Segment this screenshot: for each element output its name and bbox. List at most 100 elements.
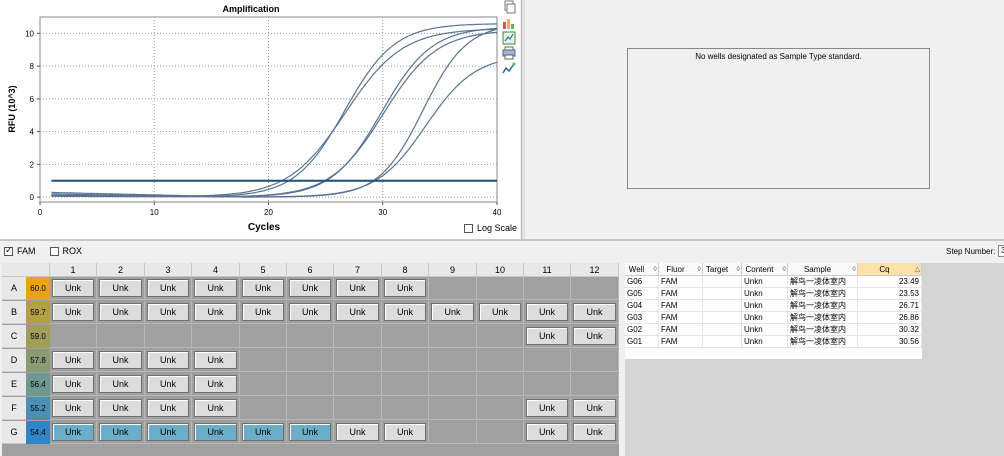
fluor-fam-checkbox[interactable]: [4, 245, 13, 256]
plate-column-header[interactable]: 10: [477, 263, 524, 277]
results-column-header[interactable]: Sample ◊: [788, 263, 858, 276]
plate-well[interactable]: [97, 325, 145, 348]
plate-well[interactable]: Unk: [50, 277, 97, 300]
plate-well[interactable]: Unk: [50, 421, 97, 444]
plate-column-header[interactable]: 6: [287, 263, 334, 277]
plate-row-header[interactable]: C: [2, 325, 26, 348]
plate-well[interactable]: [240, 325, 287, 348]
plate-well[interactable]: Unk: [240, 301, 287, 324]
plate-well[interactable]: [240, 373, 287, 396]
plate-well-content[interactable]: Unk: [242, 303, 284, 321]
plate-well[interactable]: Unk: [287, 301, 334, 324]
plate-well[interactable]: Unk: [382, 421, 429, 444]
plate-well[interactable]: Unk: [192, 301, 240, 324]
step-number-field[interactable]: 3: [998, 245, 1004, 257]
plate-well-content[interactable]: Unk: [194, 399, 237, 417]
plate-well-content[interactable]: Unk: [526, 327, 568, 345]
results-cell-cq[interactable]: 26.71: [858, 300, 922, 312]
plate-well-content[interactable]: Unk: [99, 375, 142, 393]
results-cell-fluor[interactable]: FAM: [659, 288, 703, 300]
plate-well[interactable]: [429, 277, 477, 300]
plate-well[interactable]: Unk: [97, 397, 145, 420]
plate-well[interactable]: [334, 349, 382, 372]
plate-well-content[interactable]: Unk: [289, 303, 331, 321]
results-cell-fluor[interactable]: FAM: [659, 312, 703, 324]
plate-well[interactable]: [50, 325, 97, 348]
results-cell-well[interactable]: G05: [625, 288, 659, 300]
plate-well[interactable]: [429, 421, 477, 444]
plate-row-header[interactable]: G: [2, 421, 26, 444]
sort-icon[interactable]: ◊: [737, 263, 740, 276]
plate-column-header[interactable]: 3: [145, 263, 192, 277]
results-cell-sample[interactable]: 解鸟一凌体室内: [788, 336, 858, 348]
plate-well[interactable]: Unk: [524, 325, 571, 348]
plate-well-content[interactable]: Unk: [289, 423, 331, 441]
plate-column-header[interactable]: 7: [334, 263, 382, 277]
plate-well[interactable]: Unk: [97, 277, 145, 300]
plate-well-content[interactable]: Unk: [147, 351, 189, 369]
plate-well-content[interactable]: Unk: [147, 423, 189, 441]
copy-icon[interactable]: [502, 0, 516, 14]
export-chart-icon[interactable]: [502, 31, 516, 45]
plate-row-header[interactable]: B: [2, 301, 26, 324]
sort-icon[interactable]: ◊: [654, 263, 657, 276]
plate-well-content[interactable]: Unk: [242, 279, 284, 297]
plate-well[interactable]: Unk: [571, 421, 619, 444]
plate-well[interactable]: [429, 349, 477, 372]
plate-column-header[interactable]: 4: [192, 263, 240, 277]
plate-well-content[interactable]: Unk: [194, 303, 237, 321]
sort-icon[interactable]: ◊: [783, 263, 786, 276]
plate-well[interactable]: Unk: [287, 277, 334, 300]
plate-well[interactable]: [477, 349, 524, 372]
plate-well-content[interactable]: Unk: [194, 351, 237, 369]
results-cell-fluor[interactable]: FAM: [659, 324, 703, 336]
plate-well-content[interactable]: Unk: [194, 423, 237, 441]
plate-well[interactable]: Unk: [97, 421, 145, 444]
plate-well[interactable]: [382, 397, 429, 420]
plate-well-content[interactable]: Unk: [526, 303, 568, 321]
plate-well[interactable]: [287, 397, 334, 420]
plate-well-content[interactable]: Unk: [336, 303, 379, 321]
plate-well[interactable]: Unk: [145, 373, 192, 396]
results-cell-well[interactable]: G03: [625, 312, 659, 324]
plate-well-content[interactable]: Unk: [52, 375, 94, 393]
plate-well[interactable]: Unk: [240, 421, 287, 444]
plate-well[interactable]: Unk: [97, 349, 145, 372]
results-column-header[interactable]: Well ◊: [625, 263, 659, 276]
results-cell-target[interactable]: [703, 276, 742, 288]
sort-icon[interactable]: ◊: [698, 263, 701, 276]
plate-well[interactable]: Unk: [571, 325, 619, 348]
plate-well-content[interactable]: Unk: [52, 399, 94, 417]
plate-well[interactable]: Unk: [145, 421, 192, 444]
plate-well-content[interactable]: Unk: [52, 351, 94, 369]
results-column-header[interactable]: Content ◊: [742, 263, 788, 276]
plate-well[interactable]: [334, 325, 382, 348]
plate-well[interactable]: [145, 325, 192, 348]
results-column-header[interactable]: Cq △: [858, 263, 922, 276]
results-cell-fluor[interactable]: FAM: [659, 276, 703, 288]
results-cell-well[interactable]: G04: [625, 300, 659, 312]
results-cell-cq[interactable]: 23.49: [858, 276, 922, 288]
plate-well[interactable]: Unk: [145, 397, 192, 420]
plate-well[interactable]: Unk: [334, 301, 382, 324]
plate-well-content[interactable]: Unk: [99, 303, 142, 321]
plate-well[interactable]: Unk: [477, 301, 524, 324]
plate-well-content[interactable]: Unk: [99, 423, 142, 441]
results-cell-sample[interactable]: 解鸟一凌体室内: [788, 312, 858, 324]
plate-well[interactable]: Unk: [382, 301, 429, 324]
plate-well-content[interactable]: Unk: [573, 303, 616, 321]
results-cell-target[interactable]: [703, 312, 742, 324]
chart-settings-icon[interactable]: [502, 16, 516, 30]
plate-well[interactable]: [382, 349, 429, 372]
plate-well-content[interactable]: Unk: [52, 279, 94, 297]
plate-well-content[interactable]: Unk: [526, 423, 568, 441]
plate-well-content[interactable]: Unk: [479, 303, 521, 321]
results-cell-well[interactable]: G02: [625, 324, 659, 336]
fluor-rox-toggle[interactable]: ROX: [49, 246, 82, 256]
results-cell-sample[interactable]: 解鸟一凌体室内: [788, 288, 858, 300]
plate-well[interactable]: [429, 397, 477, 420]
plate-well-content[interactable]: Unk: [194, 375, 237, 393]
results-cell-target[interactable]: [703, 336, 742, 348]
plate-well[interactable]: [334, 373, 382, 396]
plate-well[interactable]: Unk: [429, 301, 477, 324]
